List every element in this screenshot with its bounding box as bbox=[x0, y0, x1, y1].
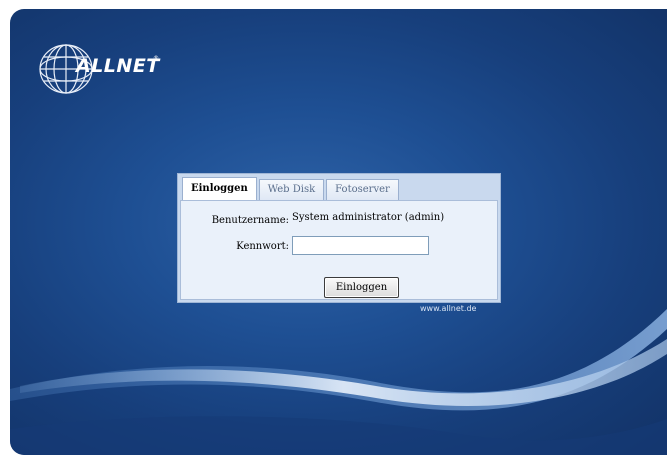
login-panel: Einloggen Web Disk Fotoserver Benutzerna… bbox=[177, 173, 501, 303]
footer-url[interactable]: www.allnet.de bbox=[420, 304, 476, 313]
password-label: Kennwort: bbox=[236, 241, 289, 252]
tab-web-disk[interactable]: Web Disk bbox=[258, 179, 325, 200]
password-input[interactable] bbox=[292, 236, 429, 255]
login-tabs: Einloggen Web Disk Fotoserver bbox=[182, 177, 401, 200]
tab-fotoserver[interactable]: Fotoserver bbox=[326, 179, 399, 200]
login-button[interactable]: Einloggen bbox=[324, 277, 399, 298]
logo-text: ALLNET bbox=[76, 55, 160, 77]
tab-einloggen[interactable]: Einloggen bbox=[182, 177, 257, 200]
login-form: Benutzername: System administrator (admi… bbox=[180, 200, 498, 300]
username-label: Benutzername: bbox=[211, 215, 289, 226]
registered-mark: ® bbox=[153, 55, 159, 62]
username-value: System administrator (admin) bbox=[292, 212, 445, 223]
allnet-logo: ALLNET ® bbox=[36, 39, 196, 109]
